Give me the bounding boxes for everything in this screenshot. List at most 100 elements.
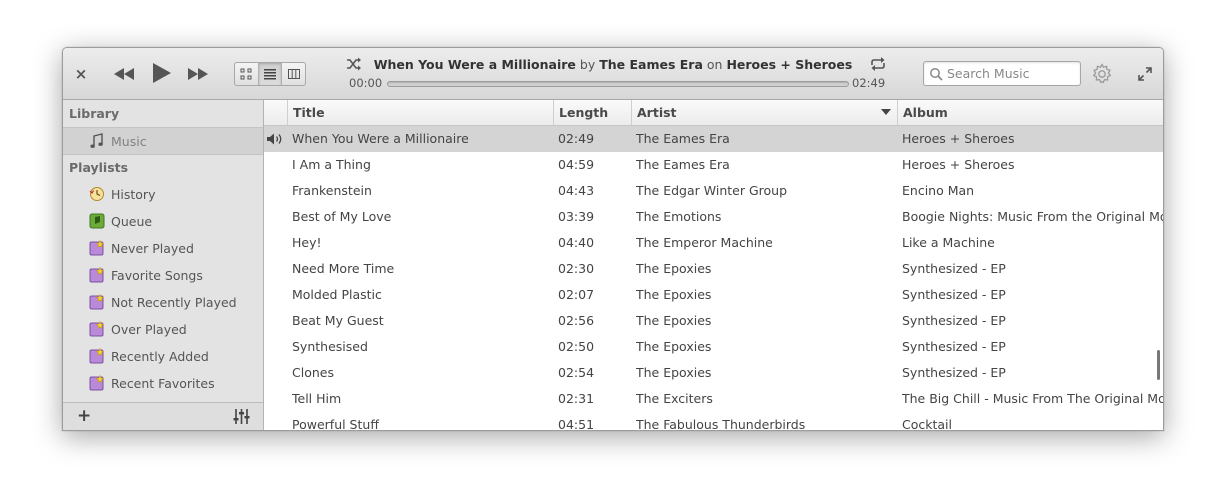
cell-length: 04:43 [558, 183, 595, 198]
sidebar-item-not-recently-played[interactable]: Not Recently Played [63, 289, 263, 315]
table-row[interactable]: Beat My Guest 02:56 The Epoxies Synthesi… [264, 308, 1163, 334]
column-header-status[interactable] [264, 100, 287, 125]
cell-artist: The Emperor Machine [636, 235, 773, 250]
cell-album: Synthesized - EP [902, 261, 1006, 276]
play-button[interactable] [147, 58, 175, 88]
cell-title: Hey! [292, 235, 322, 250]
table-row[interactable]: I Am a Thing 04:59 The Eames Era Heroes … [264, 152, 1163, 178]
sidebar-item-history[interactable]: History [63, 181, 263, 207]
total-time: 02:49 [852, 76, 886, 90]
shuffle-icon [347, 57, 361, 71]
smart-playlist-icon [89, 294, 105, 310]
sidebar-item-never-played[interactable]: Never Played [63, 235, 263, 261]
cell-artist: The Epoxies [636, 339, 712, 354]
grid-view-button[interactable] [235, 63, 259, 85]
cell-length: 02:56 [558, 313, 595, 328]
history-icon [89, 186, 105, 202]
cell-artist: The Epoxies [636, 287, 712, 302]
cell-album: Cocktail [902, 417, 952, 430]
cell-title: I Am a Thing [292, 157, 371, 172]
cell-album: The Big Chill - Music From The Original … [902, 391, 1163, 406]
search-icon [930, 67, 943, 81]
table-row[interactable]: Tell Him 02:31 The Exciters The Big Chil… [264, 386, 1163, 412]
expand-icon [1138, 67, 1152, 81]
previous-button[interactable] [111, 62, 137, 86]
smart-playlist-icon [89, 375, 105, 391]
cell-artist: The Edgar Winter Group [636, 183, 788, 198]
column-header-title[interactable]: Title [287, 100, 553, 125]
table-row[interactable]: Clones 02:54 The Epoxies Synthesized - E… [264, 360, 1163, 386]
music-window: × When You Were a Millionaire by The Eam… [62, 47, 1164, 431]
cell-length: 03:39 [558, 209, 595, 224]
table-row[interactable]: Hey! 04:40 The Emperor Machine Like a Ma… [264, 230, 1163, 256]
sidebar-item-label: Music [111, 133, 147, 149]
search-input[interactable] [943, 66, 1073, 81]
column-header-artist[interactable]: Artist [631, 100, 897, 125]
now-playing-artist: The Eames Era [599, 57, 703, 72]
table-row[interactable]: Powerful Stuff 04:51 The Fabulous Thunde… [264, 412, 1163, 430]
smart-playlist-icon [89, 348, 105, 364]
sidebar-item-queue[interactable]: Queue [63, 208, 263, 234]
cell-artist: The Eames Era [636, 131, 730, 146]
column-header-album[interactable]: Album [897, 100, 1163, 125]
vertical-scrollbar[interactable] [1157, 350, 1160, 380]
close-button[interactable]: × [72, 65, 90, 83]
table-row[interactable]: When You Were a Millionaire 02:49 The Ea… [264, 126, 1163, 152]
cell-length: 02:54 [558, 365, 595, 380]
list-view-icon [264, 69, 276, 80]
cell-title: Tell Him [292, 391, 342, 406]
now-playing-track: When You Were a Millionaire [373, 57, 576, 72]
now-playing-by: by [579, 57, 596, 72]
repeat-button[interactable] [869, 57, 887, 71]
search-field[interactable] [923, 61, 1081, 86]
add-playlist-button[interactable]: + [77, 406, 91, 426]
sidebar-item-music[interactable]: Music [63, 127, 263, 155]
cell-length: 02:30 [558, 261, 595, 276]
now-playing-album: Heroes + Sheroes [726, 57, 853, 72]
list-view-button[interactable] [258, 63, 283, 85]
equalizer-button[interactable] [233, 409, 250, 424]
sidebar-item-recent-favorites[interactable]: Recent Favorites [63, 370, 263, 396]
equalizer-icon [233, 409, 250, 424]
previous-icon [114, 68, 134, 80]
cell-title: Clones [292, 365, 334, 380]
elapsed-time: 00:00 [349, 76, 383, 90]
fullscreen-button[interactable] [1136, 65, 1154, 83]
now-playing-speaker-icon [267, 133, 282, 145]
table-row[interactable]: Need More Time 02:30 The Epoxies Synthes… [264, 256, 1163, 282]
cell-length: 02:50 [558, 339, 595, 354]
cell-album: Encino Man [902, 183, 975, 198]
sidebar-item-over-played[interactable]: Over Played [63, 316, 263, 342]
table-row[interactable]: Frankenstein 04:43 The Edgar Winter Grou… [264, 178, 1163, 204]
sidebar-item-label: History [111, 186, 156, 202]
table-row[interactable]: Synthesised 02:50 The Epoxies Synthesize… [264, 334, 1163, 360]
column-header-length[interactable]: Length [553, 100, 631, 125]
cell-artist: The Epoxies [636, 365, 712, 380]
table-row[interactable]: Molded Plastic 02:07 The Epoxies Synthes… [264, 282, 1163, 308]
cell-length: 02:07 [558, 287, 595, 302]
cell-title: Frankenstein [292, 183, 372, 198]
cell-artist: The Emotions [636, 209, 722, 224]
shuffle-button[interactable] [346, 57, 362, 71]
table-header: Title Length Artist Album [264, 100, 1163, 126]
next-button[interactable] [185, 62, 211, 86]
cell-title: Need More Time [292, 261, 395, 276]
seek-bar[interactable] [387, 81, 849, 87]
cell-length: 02:31 [558, 391, 595, 406]
cell-album: Synthesized - EP [902, 339, 1006, 354]
now-playing-on: on [706, 57, 723, 72]
library-heading: Library [69, 106, 120, 121]
sidebar-item-recently-added[interactable]: Recently Added [63, 343, 263, 369]
play-icon [153, 63, 171, 83]
cell-title: Molded Plastic [292, 287, 382, 302]
cell-album: Boogie Nights: Music From the Original M… [902, 209, 1163, 224]
sidebar: Library Music Playlists History Queue Ne… [63, 100, 264, 430]
settings-button[interactable] [1090, 62, 1114, 86]
next-icon [188, 68, 208, 80]
cell-album: Heroes + Sheroes [902, 131, 1015, 146]
sidebar-item-favorite-songs[interactable]: Favorite Songs [63, 262, 263, 288]
column-view-button[interactable] [282, 63, 305, 85]
repeat-icon [871, 57, 885, 71]
cell-album: Synthesized - EP [902, 313, 1006, 328]
table-row[interactable]: Best of My Love 03:39 The Emotions Boogi… [264, 204, 1163, 230]
